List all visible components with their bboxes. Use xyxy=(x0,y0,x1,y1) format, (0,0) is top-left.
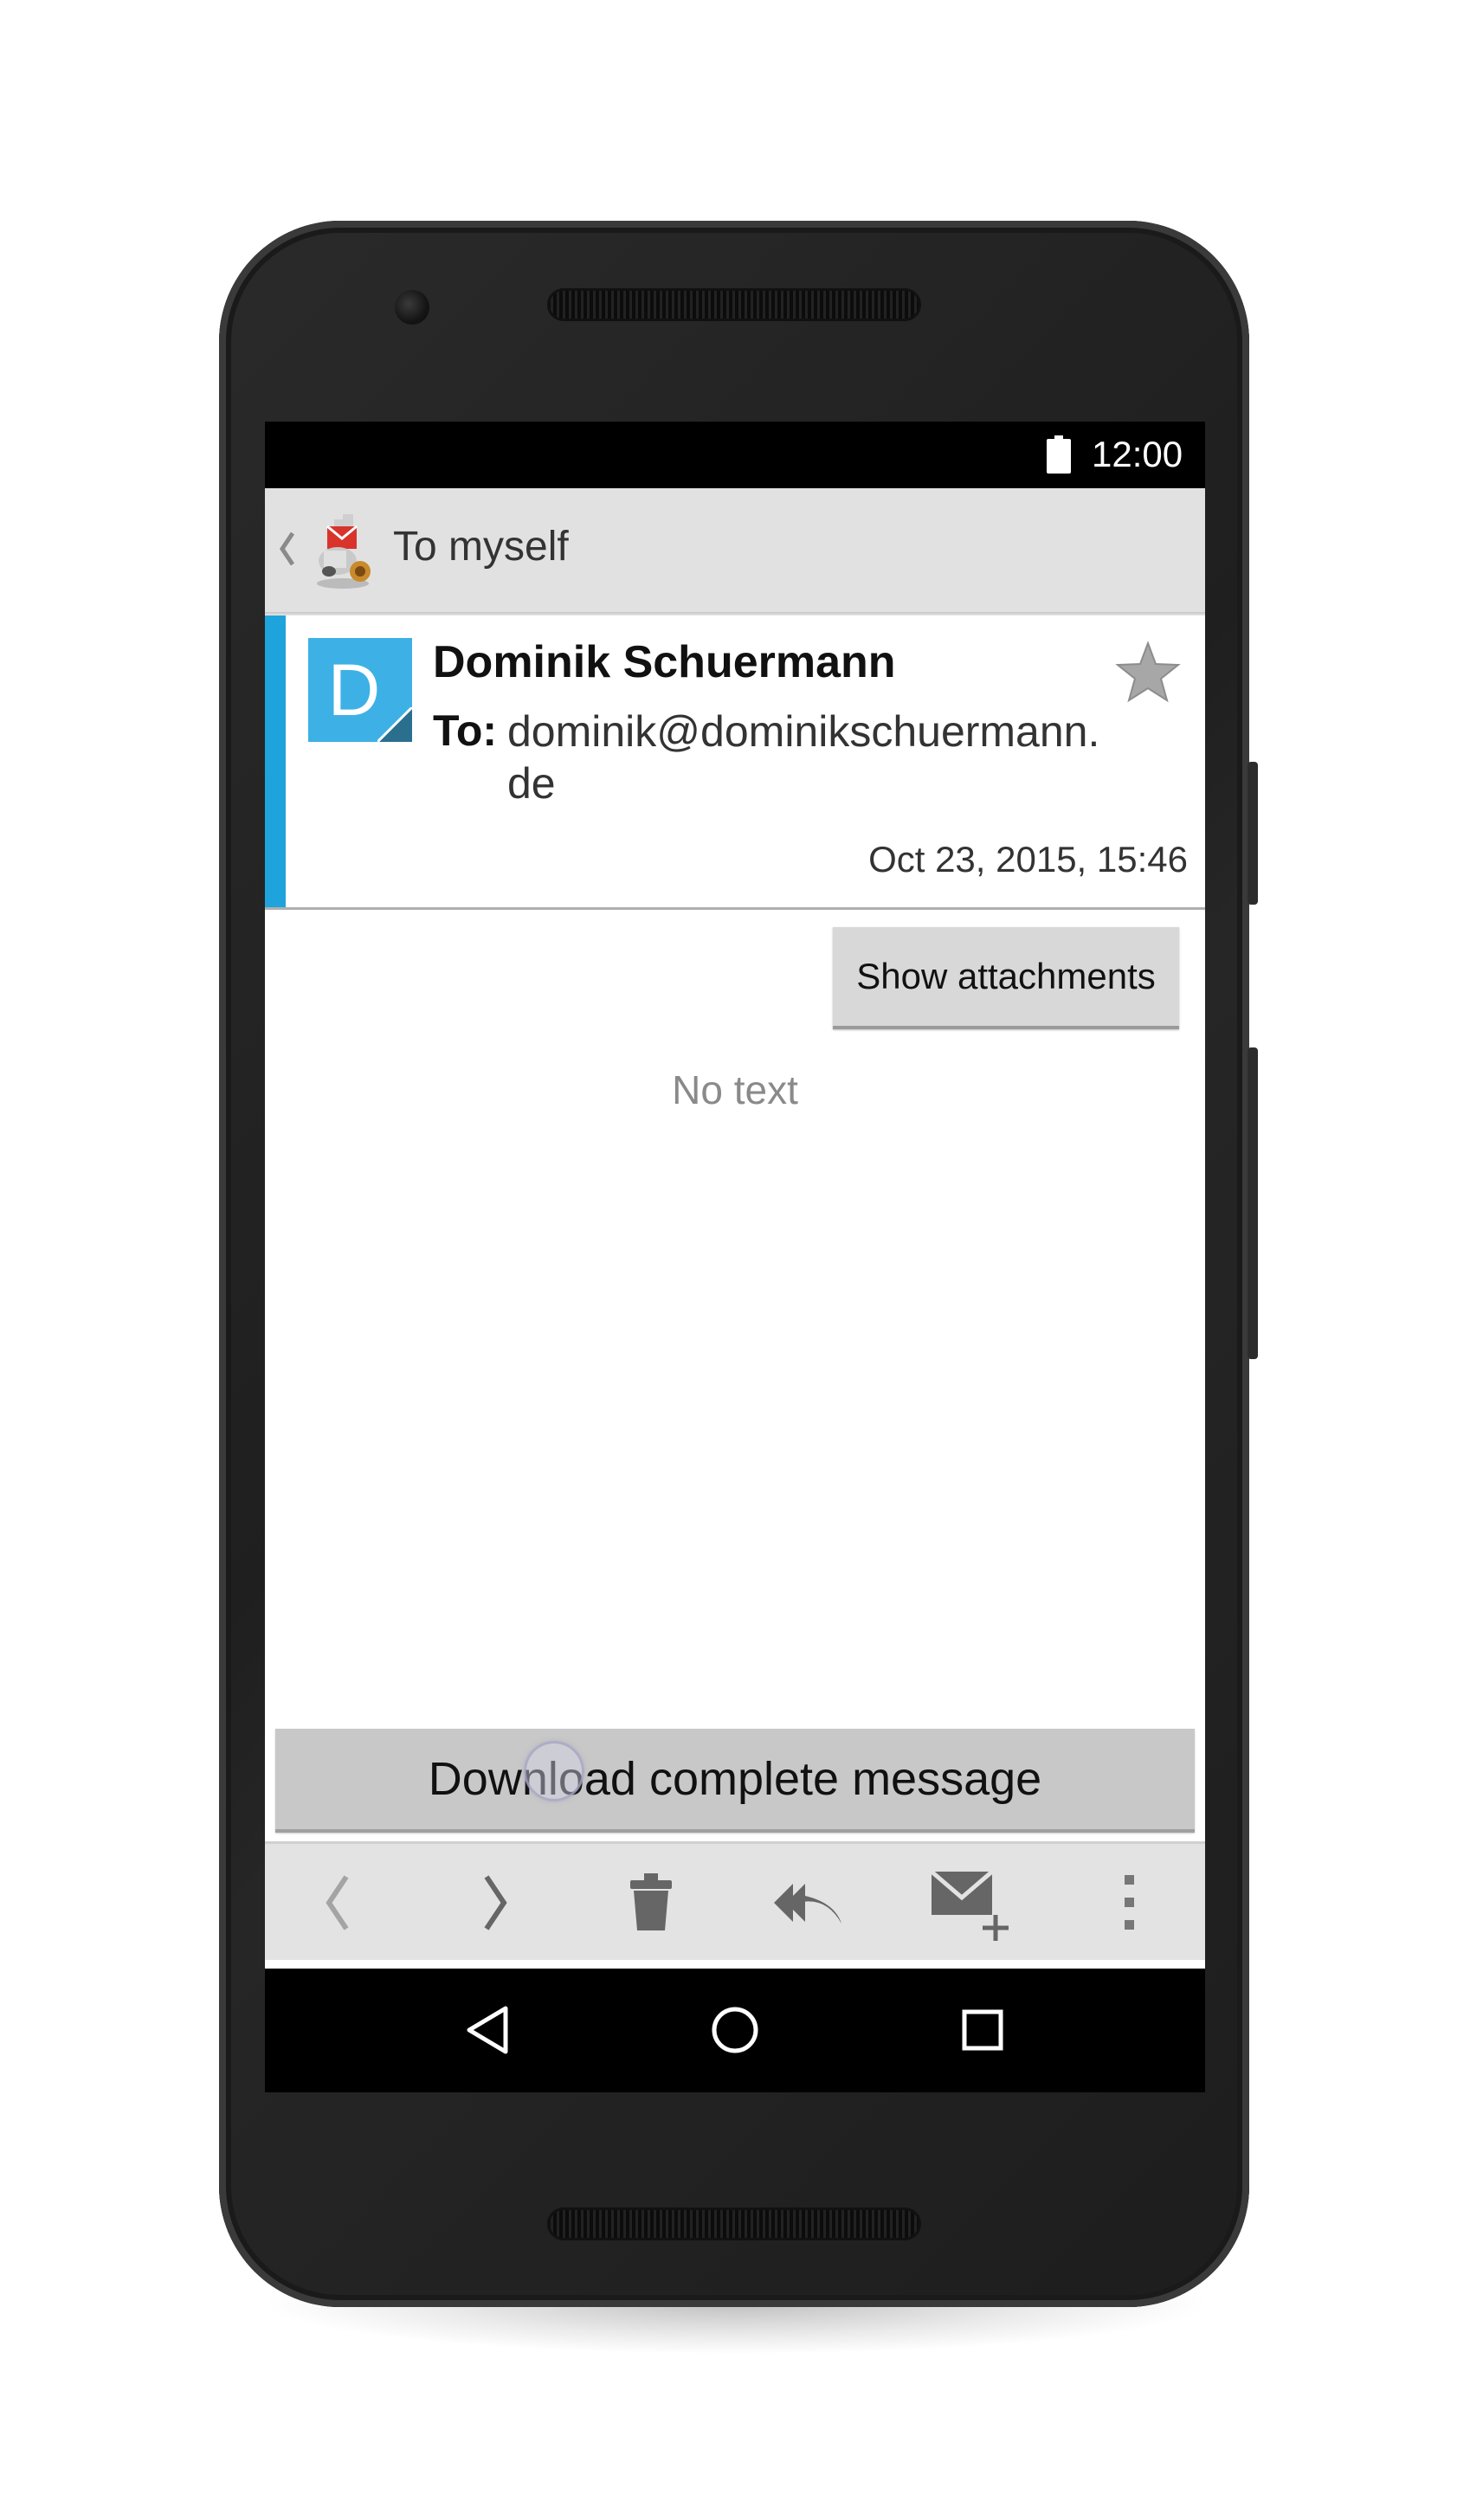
previous-button[interactable] xyxy=(294,1859,381,1946)
account-chip xyxy=(265,615,286,907)
no-text-label: No text xyxy=(672,1067,798,1112)
bottom-toolbar xyxy=(265,1841,1205,1960)
bottom-speaker xyxy=(547,2207,921,2240)
k9-mail-dog-icon[interactable] xyxy=(308,512,377,590)
folder-title[interactable]: To myself xyxy=(393,523,569,570)
battery-full-icon xyxy=(1047,435,1071,474)
power-button xyxy=(1248,762,1258,905)
next-icon xyxy=(484,1875,507,1930)
message-date: Oct 23, 2015, 15:46 xyxy=(868,839,1188,880)
chevron-left-icon[interactable] xyxy=(274,523,300,575)
message-header: D Dominik Schuermann To: dominik@dominik… xyxy=(265,615,1205,907)
overflow-menu-icon xyxy=(1125,1875,1134,1930)
compose-icon xyxy=(930,1870,1009,1941)
header-divider xyxy=(265,907,1205,910)
volume-button xyxy=(1248,1047,1258,1359)
screen: 12:00 To myself D Dominik Schuermann To:… xyxy=(265,422,1205,2092)
avatar[interactable]: D xyxy=(308,638,412,742)
status-bar: 12:00 xyxy=(265,422,1205,488)
reply-all-button[interactable] xyxy=(767,1859,854,1946)
recents-square-icon xyxy=(962,2009,1003,2051)
avatar-corner-triangle xyxy=(377,707,412,742)
compose-button[interactable] xyxy=(926,1859,1013,1946)
nav-back-button[interactable] xyxy=(448,1991,526,2069)
action-bar: To myself xyxy=(265,488,1205,612)
overflow-menu-button[interactable] xyxy=(1086,1859,1172,1946)
next-button[interactable] xyxy=(452,1859,538,1946)
delete-button[interactable] xyxy=(608,1859,694,1946)
front-camera xyxy=(395,290,429,325)
download-complete-message-button[interactable]: Download complete message xyxy=(275,1729,1195,1833)
to-label: To: xyxy=(433,706,498,755)
recipient-address[interactable]: dominik@dominikschuermann.de xyxy=(507,706,1113,809)
nav-home-button[interactable] xyxy=(696,1991,774,2069)
sender-name[interactable]: Dominik Schuermann xyxy=(433,636,896,688)
reply-all-icon xyxy=(774,1884,841,1924)
touch-indicator xyxy=(526,1743,582,1799)
show-attachments-button[interactable]: Show attachments xyxy=(833,927,1179,1029)
navigation-bar xyxy=(265,1969,1205,2092)
status-time: 12:00 xyxy=(1092,434,1183,474)
home-circle-icon xyxy=(712,2007,758,2053)
device-frame: 12:00 To myself D Dominik Schuermann To:… xyxy=(0,0,1470,2520)
nav-recents-button[interactable] xyxy=(944,1991,1022,2069)
previous-icon xyxy=(326,1875,349,1930)
back-triangle-icon xyxy=(467,2006,508,2054)
top-speaker xyxy=(547,288,921,321)
trash-icon xyxy=(630,1873,672,1930)
star-icon[interactable] xyxy=(1113,638,1183,707)
